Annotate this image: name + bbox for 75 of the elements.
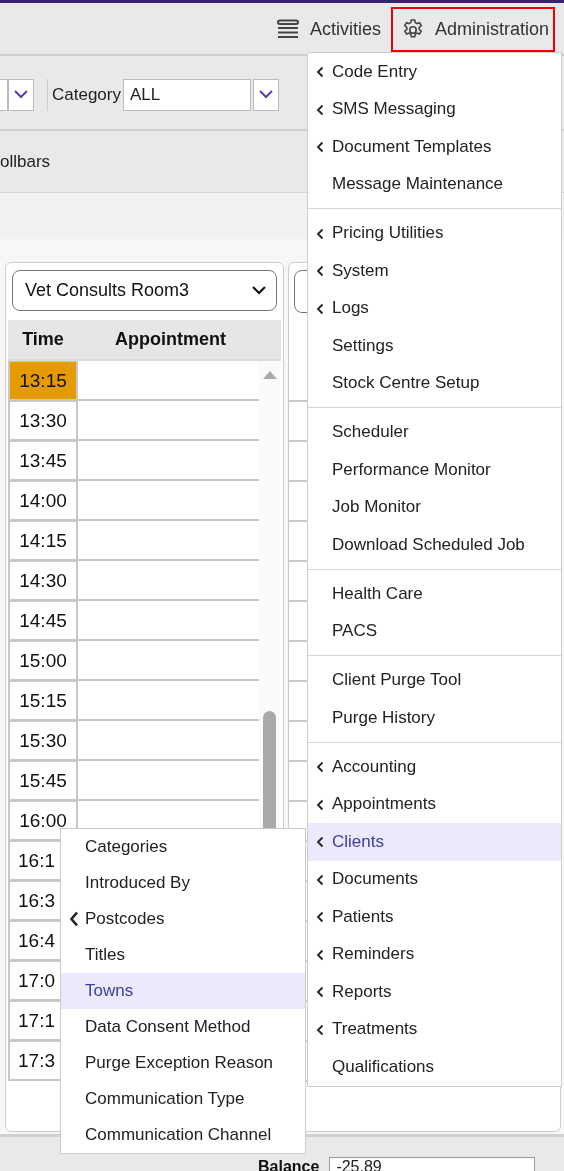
time-cell[interactable]: 15:30 [8, 721, 78, 761]
time-cell[interactable]: 15:00 [8, 641, 78, 681]
menu-item[interactable]: Logs [308, 289, 561, 327]
menu-item[interactable]: Reports [308, 973, 561, 1011]
administration-button[interactable]: Administration [390, 7, 555, 52]
column-header: Time [21, 329, 65, 350]
chevron-down-icon [14, 90, 28, 99]
menu-item[interactable]: Treatments [308, 1010, 561, 1048]
chevron-left-icon [69, 911, 79, 927]
menu-item[interactable]: Scheduler [308, 413, 561, 451]
time-cell[interactable]: 13:30 [8, 401, 78, 441]
chevron-down-icon [252, 286, 266, 295]
chevron-left-icon [316, 103, 324, 116]
scroll-thumb[interactable] [263, 711, 276, 831]
dropdown-field[interactable] [0, 78, 8, 111]
chevron-left-icon [316, 265, 324, 277]
menu-item[interactable]: Code Entry [308, 53, 561, 91]
chevron-left-icon [316, 1023, 324, 1036]
menu-item[interactable]: Documents [308, 860, 561, 898]
chevron-left-icon [316, 948, 324, 961]
column-header: Appointment [114, 329, 227, 350]
dropdown-button[interactable] [253, 78, 279, 111]
time-cell[interactable]: 14:00 [8, 481, 78, 521]
balance-field[interactable]: -25.89 [329, 1157, 536, 1171]
time-cell[interactable]: 13:15 [8, 361, 78, 401]
menu-item[interactable]: Reminders [308, 935, 561, 973]
time-cell[interactable]: 14:15 [8, 521, 78, 561]
list-icon [275, 18, 300, 41]
time-cell[interactable]: 16:00 [8, 801, 78, 841]
time-cell[interactable]: 15:45 [8, 761, 78, 801]
dropdown-button[interactable] [8, 78, 34, 111]
menu-item[interactable]: Appointments [308, 785, 561, 823]
menu-item[interactable]: Performance Monitor [308, 451, 561, 489]
time-cell[interactable]: 14:30 [8, 561, 78, 601]
time-cell[interactable]: 13:45 [8, 441, 78, 481]
menu-item[interactable]: Communication Type [61, 1081, 305, 1117]
scrollbar[interactable] [259, 361, 281, 831]
chevron-left-icon [316, 986, 324, 998]
menu-item[interactable]: PACS [308, 612, 561, 650]
chevron-left-icon [316, 761, 324, 773]
chevron-left-icon [316, 798, 324, 811]
category-label: Category [52, 84, 121, 105]
chevron-left-icon [316, 836, 324, 848]
room-select[interactable]: Vet Consults Room3 [12, 270, 277, 311]
menu-item[interactable]: Communication Channel [61, 1117, 305, 1153]
menu-item[interactable]: Patients [308, 898, 561, 936]
menu-item[interactable]: Download Scheduled Job [308, 526, 561, 564]
menu-item[interactable]: Health Care [308, 575, 561, 613]
activities-button[interactable]: Activities [265, 7, 387, 52]
menu-item[interactable]: Purge History [308, 699, 561, 737]
menu-item[interactable]: Message Maintenance [308, 165, 561, 203]
menu-item[interactable]: Clients [308, 823, 561, 861]
menu-item[interactable]: Client Purge Tool [308, 661, 561, 699]
chevron-left-icon [316, 873, 324, 886]
time-cell[interactable]: 15:15 [8, 681, 78, 721]
chevron-left-icon [316, 227, 324, 240]
chevron-left-icon [316, 911, 324, 923]
chevron-left-icon [316, 66, 324, 78]
menu-item[interactable]: Stock Centre Setup [308, 364, 561, 402]
toolbar-label: ollbars [0, 151, 51, 172]
chevron-left-icon [316, 141, 324, 153]
scroll-up-icon[interactable] [262, 370, 278, 380]
menu-item[interactable]: Towns [61, 973, 305, 1009]
menu-item[interactable]: Job Monitor [308, 488, 561, 526]
menu-item[interactable]: Qualifications [308, 1048, 561, 1086]
menu-item[interactable]: SMS Messaging [308, 90, 561, 128]
category-field[interactable]: ALL [123, 78, 251, 111]
menu-item[interactable]: Pricing Utilities [308, 214, 561, 252]
time-cell[interactable]: 14:45 [8, 601, 78, 641]
menu-item[interactable]: Settings [308, 327, 561, 365]
chevron-down-icon [259, 90, 273, 99]
menu-item[interactable]: Accounting [308, 748, 561, 786]
menu-item[interactable]: Document Templates [308, 128, 561, 166]
menu-item[interactable]: System [308, 252, 561, 290]
chevron-left-icon [316, 302, 324, 315]
